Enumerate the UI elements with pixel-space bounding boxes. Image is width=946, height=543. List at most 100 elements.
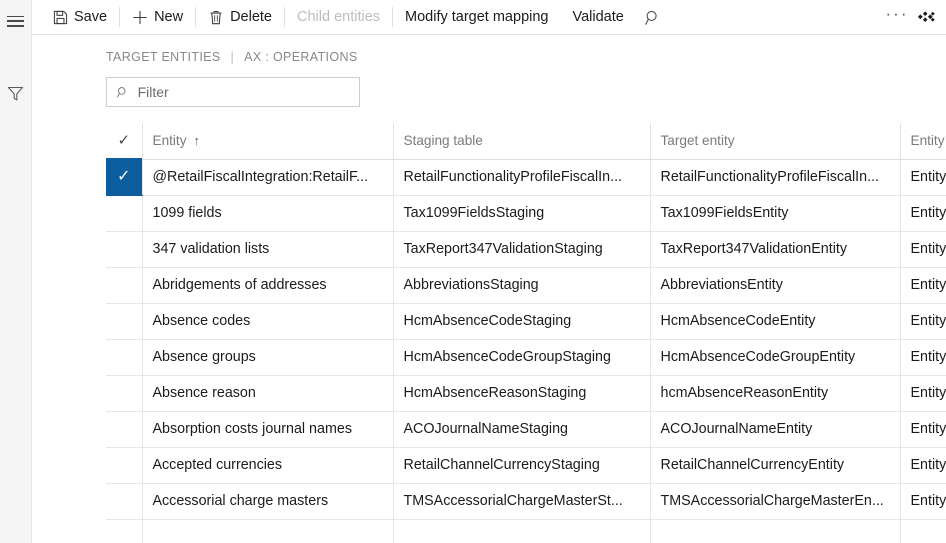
modify-target-mapping-button[interactable]: Modify target mapping [393,0,560,34]
grid-body: ✓ @RetailFiscalIntegration:RetailF... Reta… [106,159,946,543]
cell-entity-type[interactable] [900,519,946,543]
cell-entity-type[interactable]: Entity [900,411,946,448]
cell-entity[interactable]: Absorption costs journal names [142,411,394,448]
table-row[interactable] [106,519,946,543]
row-select-checkbox[interactable] [106,447,143,484]
cell-entity[interactable]: Absence codes [142,303,394,340]
cell-entity[interactable]: Accepted currencies [142,447,394,484]
save-button[interactable]: Save [40,0,119,34]
cell-target-entity[interactable]: ACOJournalNameEntity [650,411,901,448]
save-label: Save [74,8,108,25]
breadcrumb-separator: | [230,50,235,64]
cell-staging-table[interactable]: Tax1099FieldsStaging [393,195,651,232]
column-header-target-entity[interactable]: Target entity [650,123,901,160]
navigation-menu-button[interactable] [0,6,31,36]
filter-pane-button[interactable] [0,78,31,108]
cell-entity-type[interactable]: Entity [900,339,946,376]
command-bar-spacer [670,0,882,34]
table-row[interactable]: 1099 fields Tax1099FieldsStaging Tax1099Fi… [106,195,946,232]
cell-staging-table[interactable]: TMSAccessorialChargeMasterSt... [393,483,651,520]
cell-entity[interactable]: 347 validation lists [142,231,394,268]
application-window: Save New Delete Child entities Modify ta… [0,0,946,543]
checkmark-icon: ✓ [117,132,131,150]
table-row[interactable]: ✓ @RetailFiscalIntegration:RetailF... Reta… [106,159,946,196]
row-select-checkbox[interactable] [106,411,143,448]
cell-staging-table[interactable]: AbbreviationsStaging [393,267,651,304]
cell-staging-table[interactable]: RetailChannelCurrencyStaging [393,447,651,484]
cell-target-entity[interactable]: RetailFunctionalityProfileFiscalIn... [650,159,901,196]
cell-target-entity[interactable]: AbbreviationsEntity [650,267,901,304]
cell-entity-type[interactable]: Entity [900,231,946,268]
cell-staging-table[interactable]: HcmAbsenceCodeGroupStaging [393,339,651,376]
overflow-menu-button[interactable]: ··· [882,0,912,35]
cell-target-entity[interactable]: RetailChannelCurrencyEntity [650,447,901,484]
search-icon [644,10,657,25]
cell-staging-table[interactable]: TaxReport347ValidationStaging [393,231,651,268]
column-header-staging-table[interactable]: Staging table [393,123,651,160]
row-select-checkbox[interactable] [106,375,143,412]
cell-target-entity[interactable]: hcmAbsenceReasonEntity [650,375,901,412]
row-select-checkbox[interactable] [106,483,143,520]
column-header-entity[interactable]: Entity ↑ [142,123,394,160]
table-row[interactable]: Accepted currencies RetailChannelCurrency… [106,447,946,484]
row-select-checkbox[interactable]: ✓ [106,159,143,196]
table-row[interactable]: Absence groups HcmAbsenceCodeGroupStaging… [106,339,946,376]
table-row[interactable]: Abridgements of addresses AbbreviationsSt… [106,267,946,304]
cell-entity[interactable] [142,519,394,543]
cell-entity-type[interactable]: Entity [900,267,946,304]
target-entities-grid: ✓ Entity ↑ Staging table Target entity E… [106,123,946,543]
grid-container[interactable]: ✓ Entity ↑ Staging table Target entity E… [106,123,946,543]
personalize-icon [918,11,935,22]
cell-target-entity[interactable]: Tax1099FieldsEntity [650,195,901,232]
cell-staging-table[interactable]: HcmAbsenceReasonStaging [393,375,651,412]
delete-button[interactable]: Delete [196,0,284,34]
cell-staging-table[interactable]: HcmAbsenceCodeStaging [393,303,651,340]
filter-box[interactable] [106,77,360,107]
cell-entity[interactable]: Accessorial charge masters [142,483,394,520]
cell-entity[interactable]: 1099 fields [142,195,394,232]
cell-entity[interactable]: Absence reason [142,375,394,412]
filter-input[interactable] [137,84,350,100]
table-row[interactable]: Absence codes HcmAbsenceCodeStaging HcmAbs… [106,303,946,340]
page-title[interactable]: TARGET ENTITIES [106,50,221,64]
cell-target-entity[interactable]: TaxReport347ValidationEntity [650,231,901,268]
new-button[interactable]: New [120,0,195,34]
cell-target-entity[interactable]: HcmAbsenceCodeGroupEntity [650,339,901,376]
search-button[interactable] [636,0,670,35]
cell-staging-table[interactable]: ACOJournalNameStaging [393,411,651,448]
breadcrumb-context[interactable]: AX : OPERATIONS [244,50,357,64]
cell-entity-type[interactable]: Entity [900,375,946,412]
plus-icon [132,9,148,25]
cell-entity-type[interactable]: Entity [900,303,946,340]
row-select-checkbox[interactable] [106,519,143,543]
row-select-checkbox[interactable] [106,267,143,304]
row-select-checkbox[interactable] [106,195,143,232]
table-row[interactable]: Absence reason HcmAbsenceReasonStaging hcm… [106,375,946,412]
row-select-checkbox[interactable] [106,339,143,376]
cell-target-entity[interactable] [650,519,901,543]
search-icon [116,86,126,97]
child-entities-button: Child entities [285,0,392,34]
cell-entity-type[interactable]: Entity [900,447,946,484]
table-row[interactable]: 347 validation lists TaxReport347Validati… [106,231,946,268]
column-header-entity-type-label: Entity type [910,133,946,149]
cell-target-entity[interactable]: HcmAbsenceCodeEntity [650,303,901,340]
column-header-entity-type[interactable]: Entity type [900,123,946,160]
validate-button[interactable]: Validate [560,0,635,34]
cell-staging-table[interactable] [393,519,651,543]
cell-target-entity[interactable]: TMSAccessorialChargeMasterEn... [650,483,901,520]
cell-entity[interactable]: @RetailFiscalIntegration:RetailF... [142,159,394,196]
table-row[interactable]: Accessorial charge masters TMSAccessorial… [106,483,946,520]
cell-entity-type[interactable]: Entity [900,483,946,520]
select-all-header[interactable]: ✓ [106,123,143,160]
cell-entity[interactable]: Abridgements of addresses [142,267,394,304]
cell-staging-table[interactable]: RetailFunctionalityProfileFiscalIn... [393,159,651,196]
row-select-checkbox[interactable] [106,303,143,340]
row-select-checkbox[interactable] [106,231,143,268]
personalize-button[interactable] [912,0,942,35]
cell-entity[interactable]: Absence groups [142,339,394,376]
cell-entity-type[interactable]: Entity [900,159,946,196]
command-bar: Save New Delete Child entities Modify ta… [32,0,946,35]
table-row[interactable]: Absorption costs journal names ACOJournal… [106,411,946,448]
cell-entity-type[interactable]: Entity [900,195,946,232]
